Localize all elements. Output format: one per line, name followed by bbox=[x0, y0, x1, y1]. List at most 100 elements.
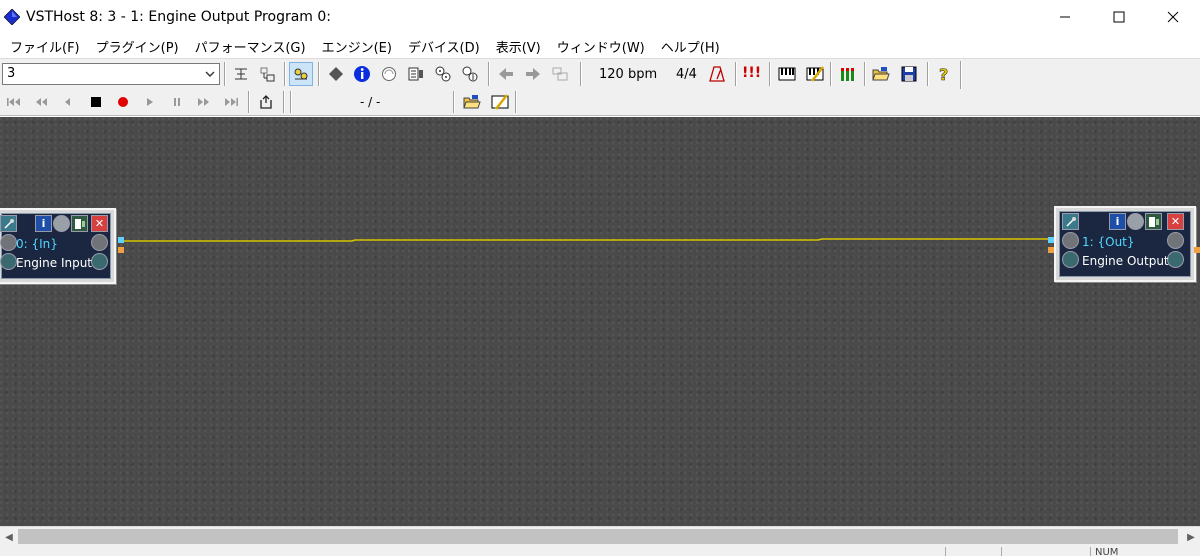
menu-view[interactable]: 表示(V) bbox=[488, 37, 549, 56]
output-port[interactable] bbox=[118, 237, 124, 243]
arrow-left-icon[interactable] bbox=[494, 62, 518, 86]
pause-icon[interactable] bbox=[165, 90, 189, 114]
loop-icon[interactable] bbox=[254, 90, 278, 114]
audio-port-icon[interactable] bbox=[0, 234, 17, 251]
save-icon[interactable] bbox=[897, 62, 921, 86]
midi-port-icon[interactable] bbox=[0, 253, 17, 270]
minimize-icon bbox=[1060, 16, 1070, 18]
toolbar-separator bbox=[224, 62, 226, 86]
scrollbar-thumb[interactable] bbox=[18, 529, 1178, 544]
toolbar-separator bbox=[864, 62, 866, 86]
status-cell-1 bbox=[945, 547, 1001, 556]
toolbar-separator bbox=[830, 62, 832, 86]
midi-settings-icon[interactable] bbox=[458, 62, 482, 86]
chain-before-icon[interactable] bbox=[255, 62, 279, 86]
transport-toolbar: - / - bbox=[0, 89, 1200, 116]
keyboard-icon[interactable] bbox=[775, 62, 799, 86]
bypass-icon[interactable] bbox=[377, 62, 401, 86]
toolbar-separator bbox=[290, 91, 292, 113]
maximize-button[interactable] bbox=[1092, 0, 1146, 34]
svg-text:?: ? bbox=[939, 65, 948, 83]
midi-input-port[interactable] bbox=[1048, 247, 1054, 253]
plugin-info-button[interactable]: i bbox=[1109, 213, 1126, 230]
performance-select-value: 3 bbox=[7, 66, 16, 81]
play-icon[interactable] bbox=[138, 90, 162, 114]
menu-plugin[interactable]: プラグイン(P) bbox=[88, 37, 187, 56]
open-folder-icon[interactable] bbox=[869, 62, 893, 86]
fast-forward-icon[interactable] bbox=[192, 90, 216, 114]
plugin-engine-output[interactable]: i ✕ 1: {Out} Engine Output bbox=[1048, 206, 1200, 282]
vsthost-app-icon bbox=[4, 9, 20, 25]
metronome-icon[interactable] bbox=[705, 62, 729, 86]
cascade-icon[interactable] bbox=[548, 62, 572, 86]
diamond-icon[interactable] bbox=[324, 62, 348, 86]
menu-help[interactable]: ヘルプ(H) bbox=[653, 37, 728, 56]
time-signature-display[interactable]: 4/4 bbox=[676, 67, 697, 82]
menu-device[interactable]: デバイス(D) bbox=[400, 37, 488, 56]
stop-icon[interactable] bbox=[84, 90, 108, 114]
menu-file[interactable]: ファイル(F) bbox=[2, 37, 88, 56]
menu-bar: ファイル(F) プラグイン(P) パフォーマンス(G) エンジン(E) デバイス… bbox=[0, 34, 1200, 58]
plugin-bypass-button[interactable] bbox=[1127, 213, 1144, 230]
input-port[interactable] bbox=[1048, 237, 1054, 243]
connection-wire[interactable] bbox=[0, 117, 1200, 526]
audio-port-icon[interactable] bbox=[1167, 232, 1184, 249]
audio-port-icon[interactable] bbox=[1062, 232, 1079, 249]
edit-plugin-icon[interactable] bbox=[404, 62, 428, 86]
keyboard-edit-icon[interactable] bbox=[803, 62, 827, 86]
chain-after-icon[interactable] bbox=[229, 62, 253, 86]
chevron-down-icon[interactable] bbox=[201, 64, 219, 84]
menu-performance[interactable]: パフォーマンス(G) bbox=[187, 37, 314, 56]
plug-icon[interactable] bbox=[1062, 213, 1079, 230]
toolbar-separator bbox=[580, 62, 582, 86]
plugin-bypass-button[interactable] bbox=[53, 215, 70, 232]
audio-port-icon[interactable] bbox=[91, 234, 108, 251]
toolbar-separator bbox=[284, 62, 286, 86]
info-icon[interactable] bbox=[350, 62, 374, 86]
help-icon[interactable]: ? bbox=[932, 62, 956, 86]
midi-output-port[interactable] bbox=[118, 247, 124, 253]
scroll-right-icon[interactable]: ▶ bbox=[1182, 527, 1200, 547]
midi-port-icon[interactable] bbox=[1167, 251, 1184, 268]
auto-connect-icon[interactable] bbox=[289, 62, 313, 86]
midi-panic-indicator[interactable]: !!! bbox=[742, 65, 761, 81]
plugin-id-label: 0: {In} bbox=[16, 237, 58, 251]
midi-port-icon[interactable] bbox=[1062, 251, 1079, 268]
level-meter-icon[interactable] bbox=[836, 62, 860, 86]
horizontal-scrollbar[interactable]: ◀ ▶ bbox=[0, 526, 1200, 546]
midi-port-icon[interactable] bbox=[91, 253, 108, 270]
rewind-start-icon[interactable] bbox=[2, 90, 26, 114]
fast-rewind-icon[interactable] bbox=[29, 90, 53, 114]
menu-window[interactable]: ウィンドウ(W) bbox=[549, 37, 653, 56]
midi-output-port[interactable] bbox=[1194, 247, 1200, 253]
maximize-icon bbox=[1113, 11, 1125, 23]
scroll-left-icon[interactable]: ◀ bbox=[0, 527, 18, 547]
plugin-canvas[interactable]: i ✕ 0: {In} Engine Input i ✕ 1: {Out} En… bbox=[0, 117, 1200, 526]
menu-engine[interactable]: エンジン(E) bbox=[314, 37, 400, 56]
plugin-name-label: Engine Output bbox=[1082, 254, 1169, 268]
plugin-info-button[interactable]: i bbox=[35, 215, 52, 232]
minimize-button[interactable] bbox=[1038, 0, 1092, 34]
song-settings-icon[interactable] bbox=[488, 90, 512, 114]
plugin-close-button[interactable]: ✕ bbox=[91, 215, 108, 232]
window-title: VSTHost 8: 3 - 1: Engine Output Program … bbox=[26, 9, 332, 25]
forward-end-icon[interactable] bbox=[219, 90, 243, 114]
open-song-icon[interactable] bbox=[460, 90, 484, 114]
toolbar-separator bbox=[283, 91, 285, 113]
toolbar-separator bbox=[318, 62, 320, 86]
plugin-id-label: 1: {Out} bbox=[1082, 235, 1135, 249]
plugin-engine-input[interactable]: i ✕ 0: {In} Engine Input bbox=[0, 208, 124, 284]
record-icon[interactable] bbox=[111, 90, 135, 114]
arrow-right-icon[interactable] bbox=[521, 62, 545, 86]
midi-filter-icon[interactable] bbox=[431, 62, 455, 86]
plug-icon[interactable] bbox=[0, 215, 17, 232]
plugin-close-button[interactable]: ✕ bbox=[1167, 213, 1184, 230]
performance-select[interactable]: 3 bbox=[2, 63, 220, 85]
step-back-icon[interactable] bbox=[56, 90, 80, 114]
plugin-edit-button[interactable] bbox=[1145, 213, 1162, 230]
tempo-display[interactable]: 120 bpm bbox=[599, 67, 657, 82]
close-window-button[interactable] bbox=[1146, 0, 1200, 34]
close-icon bbox=[1167, 11, 1179, 23]
plugin-edit-button[interactable] bbox=[71, 215, 88, 232]
plugin-panel: i ✕ 1: {Out} Engine Output bbox=[1059, 211, 1191, 277]
